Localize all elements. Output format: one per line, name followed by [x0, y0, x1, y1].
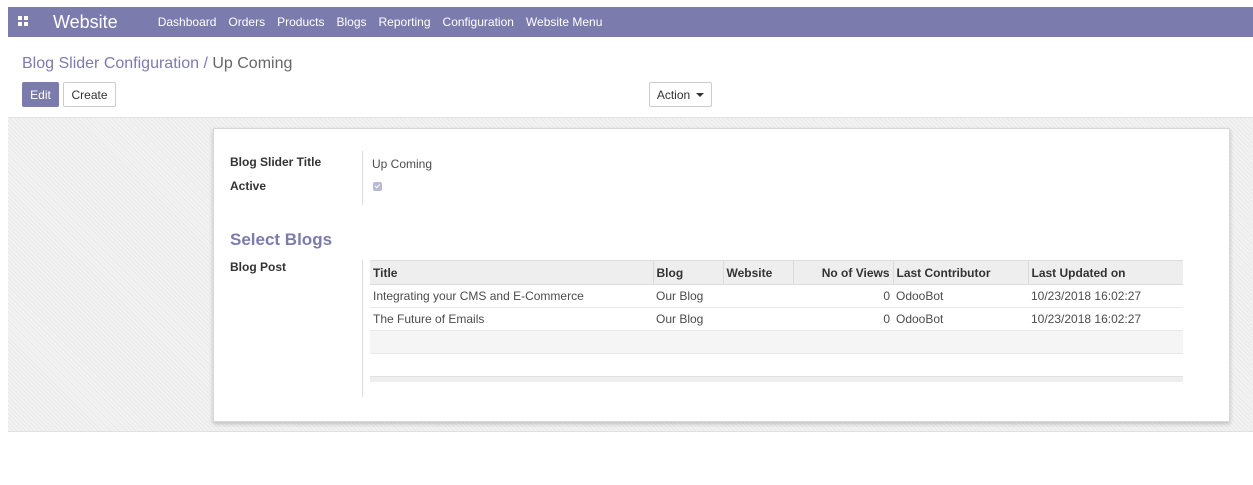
blog-post-table: Title Blog Website No of Views Last Cont… [370, 260, 1183, 354]
breadcrumb-separator: / [199, 55, 213, 72]
column-header-views[interactable]: No of Views [792, 260, 893, 285]
action-label: Action [656, 87, 691, 102]
cell-contributor: OdooBot [893, 307, 1028, 331]
column-header-website[interactable]: Website [722, 260, 793, 285]
select-blogs-heading: Select Blogs [230, 230, 333, 249]
cell-title: Integrating your CMS and E-Commerce [370, 284, 653, 308]
action-dropdown-button[interactable]: Action [649, 82, 712, 107]
top-navbar: Website Dashboard Orders Products Blogs … [8, 7, 1253, 37]
field-separator-top [362, 151, 363, 205]
menu-item-dashboard[interactable]: Dashboard [158, 15, 217, 29]
cell-updated: 10/23/2018 16:02:27 [1028, 307, 1183, 331]
form-sheet: Blog Slider Title Up Coming Active Selec… [213, 128, 1230, 422]
blog-post-label: Blog Post [230, 260, 286, 274]
table-row[interactable]: The Future of Emails Our Blog 0 OdooBot … [370, 307, 1183, 331]
breadcrumb: Blog Slider Configuration / Up Coming [22, 55, 292, 73]
edit-button[interactable]: Edit [22, 82, 59, 107]
menu-item-reporting[interactable]: Reporting [379, 15, 431, 29]
breadcrumb-current: Up Coming [212, 55, 293, 72]
caret-down-icon [696, 92, 705, 97]
column-header-blog[interactable]: Blog [652, 260, 723, 285]
menu-item-blogs[interactable]: Blogs [336, 15, 366, 29]
column-header-title[interactable]: Title [370, 260, 653, 285]
empty-cell [370, 330, 1183, 354]
cell-contributor: OdooBot [893, 284, 1028, 308]
apps-grid-icon[interactable] [17, 15, 31, 29]
blog-slider-title-value: Up Coming [372, 157, 433, 171]
create-button[interactable]: Create [63, 82, 116, 107]
menu-item-products[interactable]: Products [277, 15, 324, 29]
table-empty-row [370, 330, 1183, 354]
menu-item-orders[interactable]: Orders [228, 15, 265, 29]
table-header-row: Title Blog Website No of Views Last Cont… [370, 260, 1183, 285]
active-label: Active [230, 179, 267, 193]
main-menu: Dashboard Orders Products Blogs Reportin… [158, 15, 615, 29]
blog-slider-title-label: Blog Slider Title [230, 155, 322, 169]
table-row[interactable]: Integrating your CMS and E-Commerce Our … [370, 284, 1183, 308]
cell-website [723, 284, 793, 308]
active-checkbox[interactable] [373, 182, 382, 191]
column-header-last-contributor[interactable]: Last Contributor [892, 260, 1028, 285]
cell-views: 0 [793, 307, 893, 331]
cell-updated: 10/23/2018 16:02:27 [1028, 284, 1183, 308]
field-separator-bottom [362, 260, 363, 397]
menu-item-website-menu[interactable]: Website Menu [526, 15, 602, 29]
menu-item-configuration[interactable]: Configuration [443, 15, 514, 29]
cell-blog: Our Blog [653, 307, 723, 331]
table-footer [370, 376, 1183, 382]
app-title[interactable]: Website [53, 12, 118, 33]
cell-website [723, 307, 793, 331]
column-header-last-updated[interactable]: Last Updated on [1027, 260, 1183, 285]
cell-views: 0 [793, 284, 893, 308]
cell-blog: Our Blog [653, 284, 723, 308]
cell-title: The Future of Emails [370, 307, 653, 331]
breadcrumb-parent-link[interactable]: Blog Slider Configuration [22, 55, 199, 72]
